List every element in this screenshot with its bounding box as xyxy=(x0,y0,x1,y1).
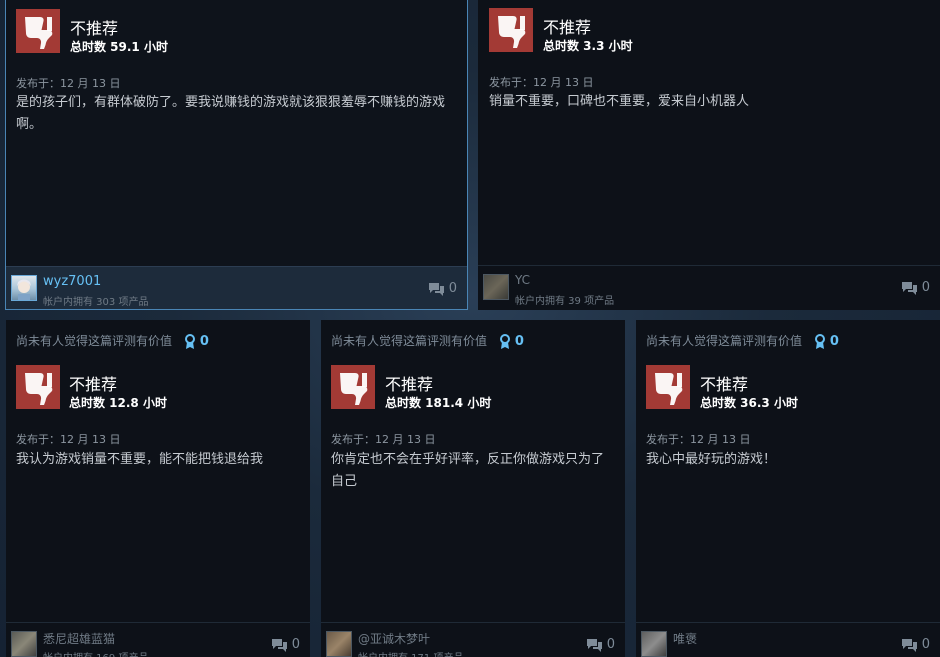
review-hours: 总时数 181.4 小时 xyxy=(385,396,492,410)
comment-count[interactable]: 0 xyxy=(428,281,457,296)
review-text: 我心中最好玩的游戏！ xyxy=(646,452,777,467)
review-verdict: 不推荐 xyxy=(385,375,434,394)
comment-count-value: 0 xyxy=(921,280,930,295)
comment-count[interactable]: 0 xyxy=(586,637,615,652)
review-card[interactable]: 尚未有人觉得这篇评测有价值 0 不推荐 总时数 12.8 小时 发布于：12 月… xyxy=(6,320,310,657)
review-card[interactable]: 尚未有人觉得这篇评测有价值 0 不推荐 总时数 36.3 小时 发布于：12 月… xyxy=(636,320,940,657)
comment-count-value: 0 xyxy=(291,637,300,652)
author-name[interactable]: YC xyxy=(515,273,530,287)
thumbs-down-icon xyxy=(16,9,60,53)
author-name[interactable]: wyz7001 xyxy=(43,274,101,289)
award-ribbon-icon[interactable] xyxy=(814,333,826,350)
avatar[interactable] xyxy=(11,631,37,657)
comment-bubbles-icon xyxy=(901,638,917,652)
award-count: 0 xyxy=(199,334,209,349)
thumbs-down-icon xyxy=(489,8,533,52)
helpful-text: 尚未有人觉得这篇评测有价值 xyxy=(16,334,173,348)
review-text: 是的孩子们，有群体破防了。要我说赚钱的游戏就该狠狠羞辱不赚钱的游戏啊。 xyxy=(16,95,446,132)
products-owned: 帐户内拥有 303 项产品 xyxy=(43,297,149,308)
review-verdict: 不推荐 xyxy=(69,375,118,394)
reviews-grid: 不推荐 总时数 59.1 小时 发布于：12 月 13 日 是的孩子们，有群体破… xyxy=(0,0,940,657)
award-count: 0 xyxy=(829,334,839,349)
products-owned: 帐户内拥有 39 项产品 xyxy=(515,296,615,307)
review-card[interactable]: 不推荐 总时数 3.3 小时 发布于：12 月 13 日 销量不重要，口碑也不重… xyxy=(478,0,940,310)
review-card[interactable]: 不推荐 总时数 59.1 小时 发布于：12 月 13 日 是的孩子们，有群体破… xyxy=(5,0,468,310)
review-footer: @亚诚木梦叶 帐户内拥有 171 项产品 0 xyxy=(321,622,625,657)
review-verdict: 不推荐 xyxy=(700,375,749,394)
author-name[interactable]: @亚诚木梦叶 xyxy=(358,630,430,647)
helpful-status: 尚未有人觉得这篇评测有价值 0 xyxy=(16,332,209,350)
review-hours: 总时数 12.8 小时 xyxy=(69,396,167,410)
products-owned: 帐户内拥有 171 项产品 xyxy=(358,649,463,657)
review-hours: 总时数 36.3 小时 xyxy=(700,396,798,410)
comment-bubbles-icon xyxy=(901,281,917,295)
review-posted-date: 发布于：12 月 13 日 xyxy=(646,433,751,446)
thumbs-down-icon xyxy=(331,365,375,409)
review-hours: 总时数 3.3 小时 xyxy=(543,39,633,53)
review-verdict: 不推荐 xyxy=(543,18,592,37)
comment-count-value: 0 xyxy=(448,281,457,296)
helpful-text: 尚未有人觉得这篇评测有价值 xyxy=(646,334,803,348)
comment-bubbles-icon xyxy=(586,638,602,652)
review-footer: wyz7001 帐户内拥有 303 项产品 0 xyxy=(6,266,467,309)
avatar[interactable] xyxy=(11,275,37,301)
review-card[interactable]: 尚未有人觉得这篇评测有价值 0 不推荐 总时数 181.4 小时 发布于：12 … xyxy=(321,320,625,657)
review-posted-date: 发布于：12 月 13 日 xyxy=(16,77,121,90)
review-footer: 悉尼超雄蓝猫 帐户内拥有 169 项产品 0 xyxy=(6,622,310,657)
comment-count[interactable]: 0 xyxy=(271,637,300,652)
review-text: 销量不重要，口碑也不重要，爱来自小机器人 xyxy=(489,94,750,109)
review-posted-date: 发布于：12 月 13 日 xyxy=(16,433,121,446)
review-posted-date: 发布于：12 月 13 日 xyxy=(489,76,594,89)
review-text: 我认为游戏销量不重要，能不能把钱退给我 xyxy=(16,452,264,467)
comment-bubbles-icon xyxy=(428,282,444,296)
avatar[interactable] xyxy=(326,631,352,657)
award-count: 0 xyxy=(514,334,524,349)
anime-avatar-icon xyxy=(17,279,31,300)
thumbs-down-icon xyxy=(646,365,690,409)
author-name[interactable]: 唯褒 xyxy=(673,630,697,647)
comment-count[interactable]: 0 xyxy=(901,280,930,295)
award-ribbon-icon[interactable] xyxy=(184,333,196,350)
review-posted-date: 发布于：12 月 13 日 xyxy=(331,433,436,446)
comment-bubbles-icon xyxy=(271,638,287,652)
helpful-text: 尚未有人觉得这篇评测有价值 xyxy=(331,334,488,348)
helpful-status: 尚未有人觉得这篇评测有价值 0 xyxy=(646,332,839,350)
award-ribbon-icon[interactable] xyxy=(499,333,511,350)
review-footer: YC 帐户内拥有 39 项产品 0 xyxy=(478,265,940,310)
avatar[interactable] xyxy=(483,274,509,300)
helpful-status: 尚未有人觉得这篇评测有价值 0 xyxy=(331,332,524,350)
review-footer: 唯褒 0 xyxy=(636,622,940,657)
review-text: 你肯定也不会在乎好评率，反正你做游戏只为了自己 xyxy=(331,452,605,489)
review-verdict: 不推荐 xyxy=(70,19,119,38)
comment-count-value: 0 xyxy=(606,637,615,652)
thumbs-down-icon xyxy=(16,365,60,409)
products-owned: 帐户内拥有 169 项产品 xyxy=(43,649,148,657)
comment-count-value: 0 xyxy=(921,637,930,652)
review-hours: 总时数 59.1 小时 xyxy=(70,40,168,54)
author-name[interactable]: 悉尼超雄蓝猫 xyxy=(43,630,115,647)
comment-count[interactable]: 0 xyxy=(901,637,930,652)
avatar[interactable] xyxy=(641,631,667,657)
